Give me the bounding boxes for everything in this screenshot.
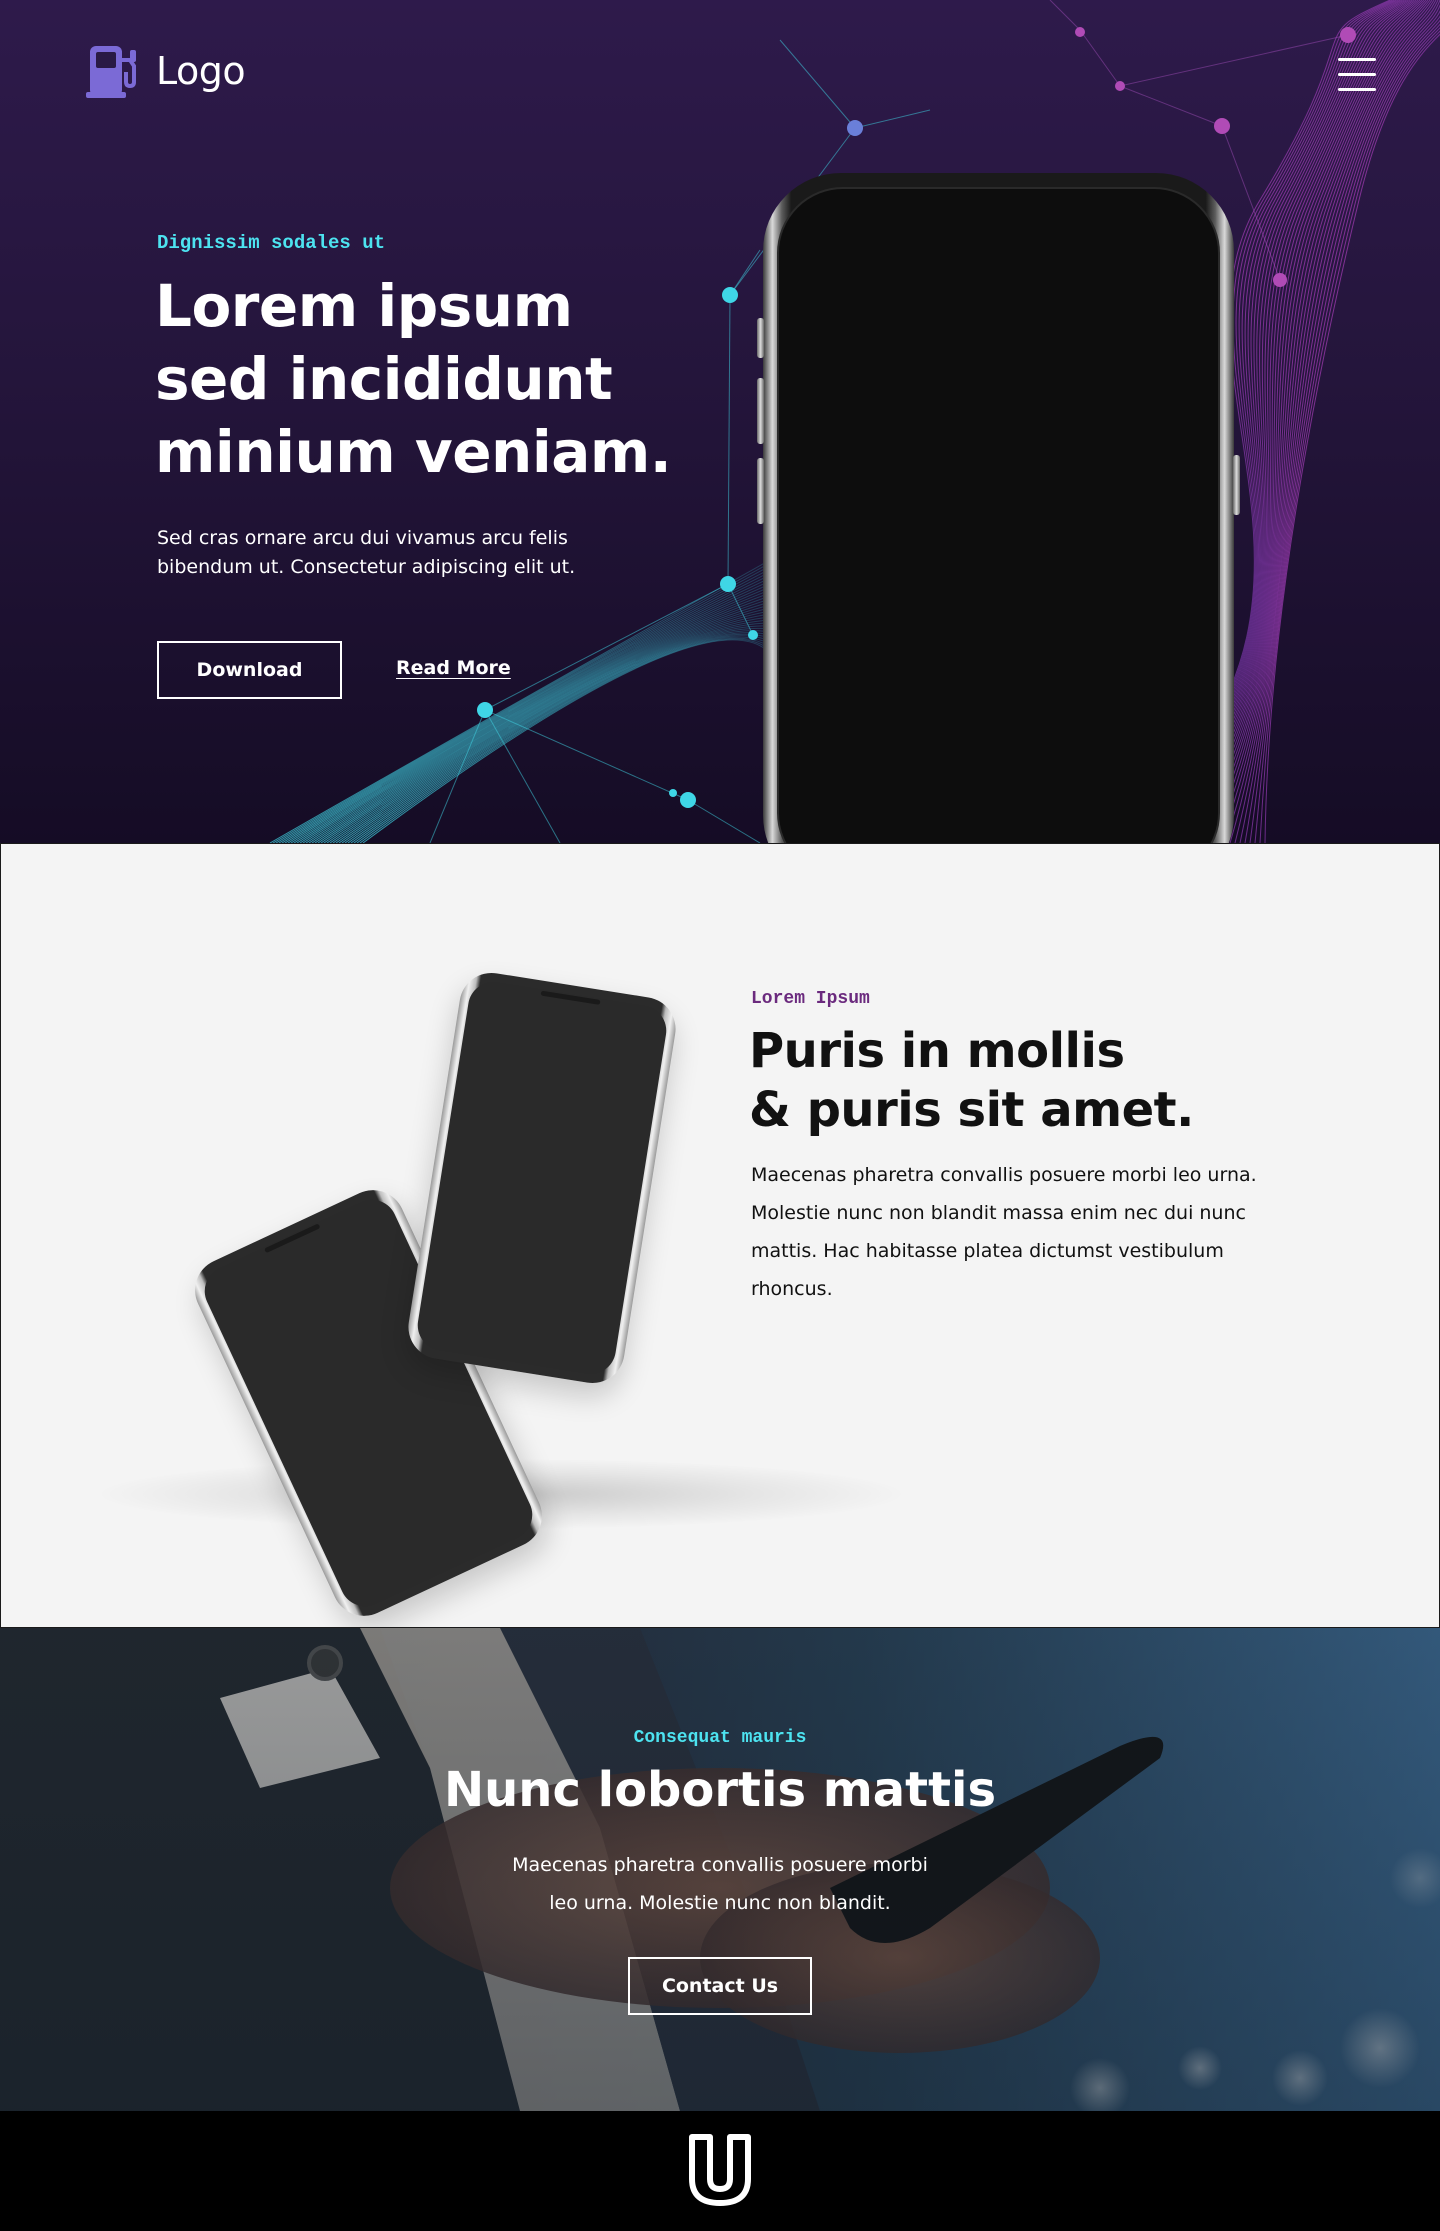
- site-logo[interactable]: Logo: [86, 42, 246, 100]
- hero-title-line-1: Lorem ipsum: [155, 272, 573, 340]
- download-button[interactable]: Download: [157, 641, 342, 699]
- phone-volume-down-button: [757, 458, 764, 524]
- cta-description: Maecenas pharetra convallis posuere morb…: [460, 1846, 980, 1922]
- feature-kicker: Lorem Ipsum: [751, 989, 870, 1009]
- phone-volume-up-button: [757, 378, 764, 444]
- feature-title-line-2: & puris sit amet.: [749, 1082, 1194, 1138]
- logo-text: Logo: [156, 49, 246, 93]
- contact-us-button[interactable]: Contact Us: [628, 1957, 812, 2015]
- cta-title: Nunc lobortis mattis: [443, 1762, 997, 1818]
- hero-section: Logo Dignissim sodales ut Lorem ipsum se…: [0, 0, 1440, 843]
- phone-screen: [414, 978, 670, 1378]
- fuel-pump-icon: [86, 46, 136, 98]
- hero-title: Lorem ipsum sed incididunt minium veniam…: [155, 270, 715, 489]
- hero-description: Sed cras ornare arcu dui vivamus arcu fe…: [157, 527, 576, 578]
- hero-title-line-2: sed incididunt: [155, 345, 613, 413]
- feature-title-line-1: Puris in mollis: [749, 1023, 1125, 1079]
- footer: [0, 2111, 1440, 2231]
- hero-kicker: Dignissim sodales ut: [157, 232, 386, 254]
- cta-kicker: Consequat mauris: [633, 1728, 807, 1748]
- u-shield-logo-icon[interactable]: [688, 2133, 752, 2207]
- feature-description: Maecenas pharetra convallis posuere morb…: [751, 1164, 1257, 1300]
- cta-section: Consequat mauris Nunc lobortis mattis Ma…: [0, 1628, 1440, 2111]
- floating-phone-right: [403, 968, 681, 1388]
- hero-title-line-3: minium veniam.: [155, 418, 672, 486]
- phone-power-button: [1233, 455, 1240, 515]
- phone-side-button: [757, 318, 764, 358]
- hamburger-menu-icon[interactable]: [1338, 58, 1376, 92]
- cta-description-line-1: Maecenas pharetra convallis posuere morb…: [512, 1854, 928, 1876]
- feature-section: Lorem Ipsum Puris in mollis & puris sit …: [0, 843, 1440, 1628]
- phone-screen: [777, 187, 1220, 843]
- read-more-link[interactable]: Read More: [396, 657, 511, 679]
- feature-title: Puris in mollis & puris sit amet.: [749, 1022, 1309, 1140]
- pink-wave-line: [1209, 0, 1435, 843]
- cta-description-line-2: leo urna. Molestie nunc non blandit.: [549, 1892, 891, 1914]
- hero-phone-mockup: [763, 173, 1234, 843]
